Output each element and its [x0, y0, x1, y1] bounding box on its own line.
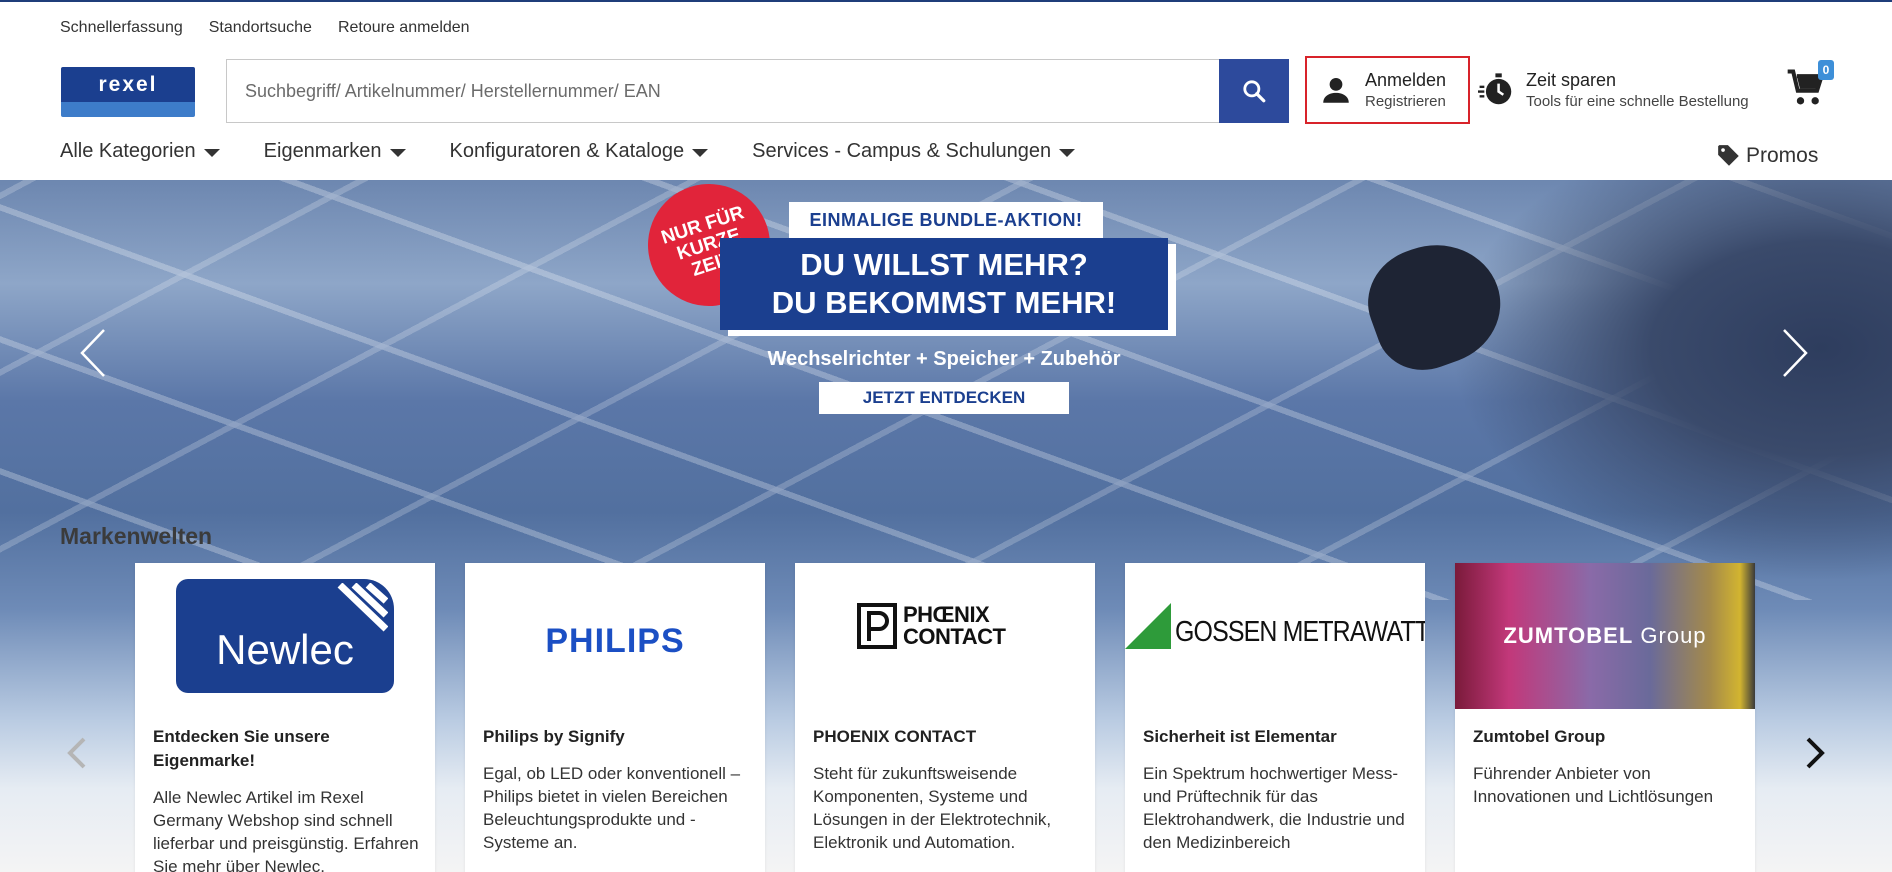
nav-alle-kategorien[interactable]: Alle Kategorien [60, 140, 220, 163]
card-title: Zumtobel Group [1473, 727, 1606, 746]
login-label: Anmelden [1365, 70, 1447, 90]
cart-button[interactable]: 0 [1784, 60, 1834, 116]
search-icon [1243, 80, 1266, 103]
brand-card-phoenix-contact[interactable]: PHŒNIX CONTACT PHOENIX CONTACT Steht für… [795, 563, 1095, 872]
tag-icon [1718, 145, 1739, 166]
card-description: Ein Spektrum hochwertiger Mess- und Prüf… [1143, 764, 1405, 852]
philips-logo: PHILIPS [465, 563, 765, 709]
gossen-logo-text: GOSSEN METRAWATT [1175, 616, 1425, 648]
user-icon [1323, 77, 1349, 103]
markenwelten-title: Markenwelten [60, 523, 213, 549]
card-title: Sicherheit ist Elementar [1143, 727, 1337, 746]
hero-prev-button[interactable] [78, 328, 108, 378]
link-retoure-anmelden[interactable]: Retoure anmelden [338, 19, 470, 37]
card-title: PHOENIX CONTACT [813, 727, 977, 746]
utility-bar: Schnellerfassung Standortsuche Retoure a… [60, 19, 470, 37]
caret-down-icon [1059, 148, 1076, 157]
nav-konfiguratoren[interactable]: Konfiguratoren & Kataloge [450, 140, 709, 163]
newlec-logo: Newlec [135, 563, 435, 709]
promos-label: Promos [1746, 144, 1819, 167]
card-description: Steht für zukunftsweisende Komponenten, … [813, 764, 1052, 852]
cart-count-badge: 0 [1818, 60, 1834, 80]
caret-down-icon [389, 148, 406, 157]
brand-carousel-next[interactable] [1800, 733, 1830, 773]
zumtobel-logo-sub: Group [1640, 623, 1707, 648]
top-accent-line [0, 0, 1892, 2]
login-button[interactable]: Anmelden Registrieren [1305, 56, 1470, 124]
chevron-left-icon [67, 737, 86, 769]
zumtobel-logo: ZUMTOBEL Group [1455, 563, 1755, 709]
stopwatch-icon [1478, 73, 1512, 105]
headline-line: DU WILLST MEHR? [800, 247, 1088, 282]
philips-logo-text: PHILIPS [545, 621, 685, 660]
hero-next-button[interactable] [1780, 328, 1810, 378]
headline-line: DU BEKOMMST MEHR! [771, 285, 1117, 320]
phoenix-contact-logo: PHŒNIX CONTACT [795, 563, 1095, 709]
hero-headline: DU WILLST MEHR? DU BEKOMMST MEHR! [720, 238, 1168, 330]
quick-order-tools[interactable]: Zeit sparen Tools für eine schnelle Best… [1478, 70, 1749, 110]
tools-title: Zeit sparen [1526, 70, 1617, 90]
caret-down-icon [203, 148, 220, 157]
brand-card-gossen-metrawatt[interactable]: GOSSEN METRAWATT Sicherheit ist Elementa… [1125, 563, 1425, 872]
hero-banner: NUR FÜR KURZE ZEIT! EINMALIGE BUNDLE-AKT… [0, 180, 1892, 872]
logo-text: rexel [98, 72, 158, 96]
newlec-stripes-icon [337, 583, 388, 632]
card-description: Führender Anbieter von Innovationen und … [1473, 764, 1714, 806]
card-title: Entdecken Sie unsere Eigenmarke! [153, 727, 330, 770]
card-description: Egal, ob LED oder konventionell – Philip… [483, 764, 741, 852]
chevron-left-icon [80, 329, 105, 377]
bundle-label: EINMALIGE BUNDLE-AKTION! [789, 202, 1103, 238]
brand-card-zumtobel[interactable]: ZUMTOBEL Group Zumtobel Group Führender … [1455, 563, 1755, 872]
link-schnellerfassung[interactable]: Schnellerfassung [60, 19, 183, 37]
phoenix-logo-text: PHŒNIX CONTACT [903, 602, 1006, 649]
brand-card-philips[interactable]: PHILIPS Philips by Signify Egal, ob LED … [465, 563, 765, 872]
hero-cta-button[interactable]: JETZT ENTDECKEN [819, 382, 1069, 414]
zumtobel-logo-main: ZUMTOBEL [1503, 623, 1634, 648]
search-input[interactable] [245, 80, 1220, 102]
search-box [226, 59, 1220, 123]
promos-link[interactable]: Promos [1716, 143, 1818, 169]
nav-label: Alle Kategorien [60, 140, 196, 162]
main-navigation: Alle Kategorien Eigenmarken Konfigurator… [60, 140, 1076, 163]
card-title: Philips by Signify [483, 727, 625, 746]
phoenix-symbol-icon [857, 603, 897, 649]
nav-services[interactable]: Services - Campus & Schulungen [752, 140, 1076, 163]
chevron-right-icon [1806, 737, 1825, 769]
brand-carousel-prev[interactable] [62, 733, 92, 773]
nav-label: Services - Campus & Schulungen [752, 140, 1052, 162]
brand-card-newlec[interactable]: Newlec Entdecken Sie unsere Eigenmarke! … [135, 563, 435, 872]
tools-subtitle: Tools für eine schnelle Bestellung [1526, 93, 1749, 110]
hero-subtitle: Wechselrichter + Speicher + Zubehör [767, 348, 1121, 370]
register-label: Registrieren [1365, 93, 1446, 110]
gossen-metrawatt-logo: GOSSEN METRAWATT [1125, 563, 1425, 709]
nav-label: Eigenmarken [263, 140, 382, 162]
nav-eigenmarken[interactable]: Eigenmarken [264, 140, 406, 163]
chevron-right-icon [1783, 329, 1808, 377]
worker-image [1420, 180, 1892, 600]
card-description: Alle Newlec Artikel im Rexel Germany Web… [153, 788, 419, 872]
caret-down-icon [692, 148, 709, 157]
search-button[interactable] [1219, 59, 1289, 123]
nav-label: Konfiguratoren & Kataloge [449, 140, 685, 162]
link-standortsuche[interactable]: Standortsuche [209, 19, 312, 37]
gossen-triangle-icon [1125, 603, 1171, 649]
rexel-logo[interactable]: rexel [61, 67, 195, 117]
